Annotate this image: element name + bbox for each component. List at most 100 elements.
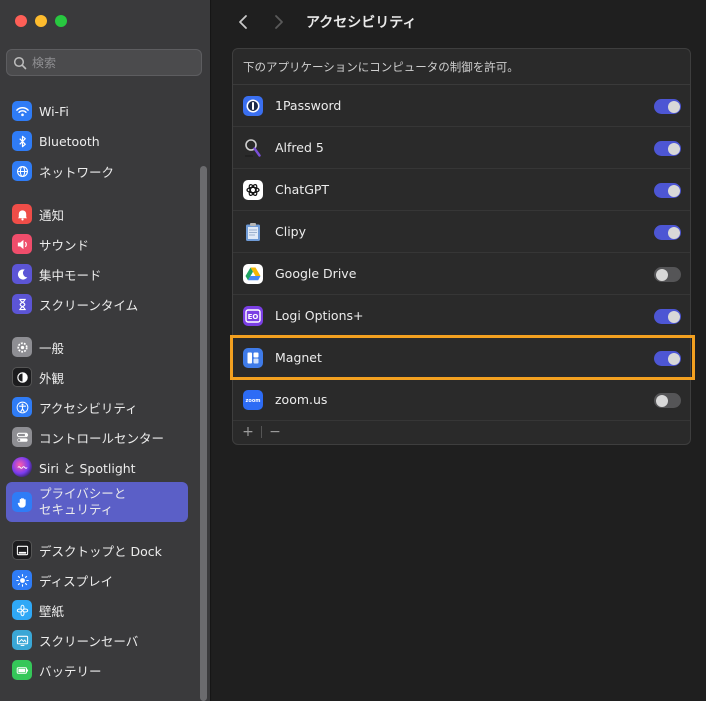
sidebar-item-notifications[interactable]: 通知: [6, 199, 188, 229]
sidebar-item-battery[interactable]: バッテリー: [6, 655, 188, 685]
minimize-window-button[interactable]: [35, 15, 47, 27]
moon-icon: [12, 264, 32, 284]
sidebar-item-label: サウンド: [39, 237, 90, 253]
sidebar-item-label: Wi-Fi: [39, 103, 69, 119]
gear-icon: [12, 337, 32, 357]
sidebar-scrollbar[interactable]: [200, 166, 207, 701]
sidebar-item-label: プライバシーと セキュリティ: [39, 486, 127, 517]
logi-options-toggle[interactable]: [654, 309, 681, 324]
sidebar-item-privacy-security[interactable]: プライバシーと セキュリティ: [6, 482, 188, 522]
sidebar-item-label: 外観: [39, 370, 65, 386]
sidebar-item-bluetooth[interactable]: Bluetooth: [6, 126, 188, 156]
zoom-icon: zoom: [243, 389, 263, 410]
chevron-right-icon: [275, 15, 283, 29]
search-input[interactable]: [32, 55, 192, 70]
sidebar-item-label: 集中モード: [39, 267, 102, 283]
onepassword-icon: [243, 95, 263, 116]
app-name: Magnet: [275, 350, 322, 365]
accessibility-apps-list: 下のアプリケーションにコンピュータの制御を許可。 1Password Alfre…: [232, 48, 691, 445]
sidebar: Wi-Fi Bluetooth ネットワーク 通知 サウンド: [0, 0, 211, 701]
main-content: アクセシビリティ 下のアプリケーションにコンピュータの制御を許可。 1Passw…: [212, 0, 706, 701]
list-item: Google Drive: [233, 253, 690, 295]
sun-icon: [12, 570, 32, 590]
wifi-icon: [12, 101, 32, 121]
chatgpt-toggle[interactable]: [654, 183, 681, 198]
list-header: 下のアプリケーションにコンピュータの制御を許可。: [233, 49, 690, 85]
appearance-icon: [12, 367, 32, 387]
sidebar-item-accessibility[interactable]: アクセシビリティ: [6, 392, 188, 422]
list-item: ChatGPT: [233, 169, 690, 211]
sidebar-item-label: Bluetooth: [39, 133, 100, 149]
app-name: Logi Options+: [275, 308, 364, 323]
list-item: 1Password: [233, 85, 690, 127]
zoom-window-button[interactable]: [55, 15, 67, 27]
bluetooth-icon: [12, 131, 32, 151]
sidebar-item-label: 壁紙: [39, 603, 65, 619]
add-app-button[interactable]: +: [239, 424, 257, 440]
sidebar-item-desktop-dock[interactable]: デスクトップと Dock: [6, 535, 188, 565]
speaker-icon: [12, 234, 32, 254]
search-icon: [13, 56, 27, 69]
globe-icon: [12, 161, 32, 181]
page-title: アクセシビリティ: [306, 15, 417, 31]
siri-icon: [12, 457, 32, 477]
onepassword-toggle[interactable]: [654, 99, 681, 114]
sidebar-item-sound[interactable]: サウンド: [6, 229, 188, 259]
sidebar-item-general[interactable]: 一般: [6, 332, 188, 362]
list-item: zoom zoom.us: [233, 379, 690, 421]
sidebar-item-label: ネットワーク: [39, 164, 115, 180]
back-button[interactable]: [234, 13, 252, 31]
sidebar-item-label: デスクトップと Dock: [39, 543, 162, 559]
sidebar-item-network[interactable]: ネットワーク: [6, 156, 188, 186]
google-drive-toggle[interactable]: [654, 267, 681, 282]
sidebar-item-label: バッテリー: [39, 663, 102, 679]
sidebar-item-label: ディスプレイ: [39, 573, 114, 589]
clipy-toggle[interactable]: [654, 225, 681, 240]
switches-icon: [12, 427, 32, 447]
sidebar-nav: Wi-Fi Bluetooth ネットワーク 通知 サウンド 集中モード スクリ…: [6, 96, 188, 685]
sidebar-item-label: アクセシビリティ: [39, 400, 138, 416]
list-item: Alfred 5: [233, 127, 690, 169]
app-name: Alfred 5: [275, 140, 324, 155]
sidebar-item-label: スクリーンタイム: [39, 297, 139, 313]
sidebar-item-label: 一般: [39, 340, 65, 356]
svg-text:EO: EO: [248, 313, 259, 321]
sidebar-item-control-center[interactable]: コントロールセンター: [6, 422, 188, 452]
hand-icon: [12, 492, 32, 512]
logi-icon: EO: [243, 305, 263, 326]
app-name: ChatGPT: [275, 182, 330, 197]
sidebar-item-screen-time[interactable]: スクリーンタイム: [6, 289, 188, 319]
list-item: Magnet: [233, 337, 690, 379]
list-item: Clipy: [233, 211, 690, 253]
sidebar-item-label: 通知: [39, 207, 65, 223]
google-drive-icon: [243, 263, 263, 284]
sidebar-item-siri-spotlight[interactable]: Siri と Spotlight: [6, 452, 188, 482]
sidebar-item-screensaver[interactable]: スクリーンセーバ: [6, 625, 188, 655]
magnet-toggle[interactable]: [654, 351, 681, 366]
search-field[interactable]: [6, 49, 202, 76]
app-name: zoom.us: [275, 392, 328, 407]
app-name: Clipy: [275, 224, 307, 239]
alfred-icon: [243, 138, 263, 158]
sidebar-item-focus[interactable]: 集中モード: [6, 259, 188, 289]
sidebar-item-label: スクリーンセーバ: [39, 633, 139, 649]
forward-button[interactable]: [270, 13, 288, 31]
zoom-toggle[interactable]: [654, 393, 681, 408]
clipy-icon: [243, 222, 263, 242]
footer-divider: [261, 426, 262, 438]
close-window-button[interactable]: [15, 15, 27, 27]
window-controls: [15, 15, 67, 27]
hourglass-icon: [12, 294, 32, 314]
sidebar-item-wifi[interactable]: Wi-Fi: [6, 96, 188, 126]
toolbar: アクセシビリティ: [212, 0, 706, 44]
sidebar-item-appearance[interactable]: 外観: [6, 362, 188, 392]
sidebar-item-wallpaper[interactable]: 壁紙: [6, 595, 188, 625]
list-item: EO Logi Options+: [233, 295, 690, 337]
remove-app-button[interactable]: −: [266, 424, 284, 440]
app-name: Google Drive: [275, 266, 357, 281]
svg-text:zoom: zoom: [246, 398, 261, 404]
dock-icon: [12, 540, 32, 560]
list-footer: + −: [233, 420, 690, 444]
sidebar-item-displays[interactable]: ディスプレイ: [6, 565, 188, 595]
alfred-toggle[interactable]: [654, 141, 681, 156]
